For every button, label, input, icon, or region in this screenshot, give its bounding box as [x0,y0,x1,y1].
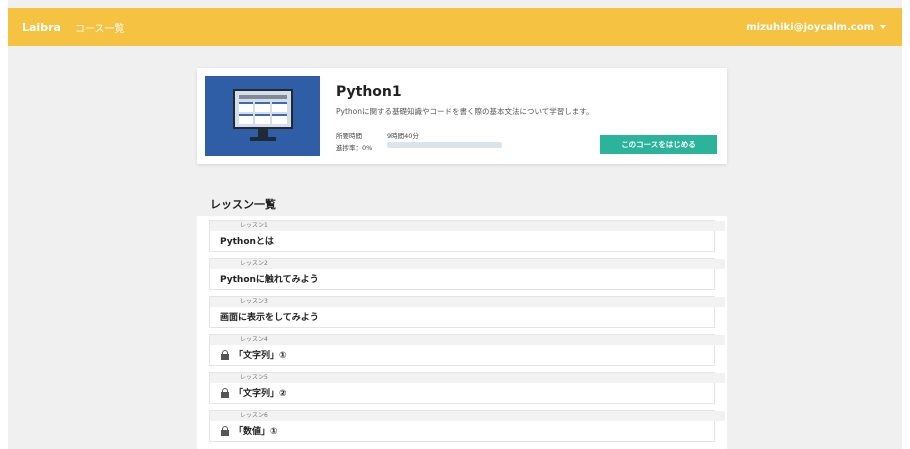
lesson-number: レッスン6 [210,411,725,421]
lesson-number: レッスン5 [210,373,725,383]
lesson-title: 「文字列」② [234,389,287,399]
lock-icon [220,425,230,436]
lesson-title-row: 「文字列」② [220,386,287,399]
lesson-title: Pythonとは [220,237,274,247]
lesson-title-row: 「文字列」① [220,348,287,361]
course-meta-labels: 所要時間 進捗率：0% [336,130,372,154]
lesson-item[interactable]: レッスン6 「数値」① [209,410,725,442]
course-thumbnail [205,76,320,156]
left-edge [0,0,8,449]
course-card: Python1 Pythonに関する基礎知識やコードを書く際の基本文法について学… [197,68,727,164]
user-email: mizuhiki@joycalm.com [746,21,874,33]
lesson-title: 「文字列」① [234,351,287,361]
lesson-title-row: Pythonに触れてみよう [220,272,319,285]
required-time-value: 9時間40分 [387,132,419,140]
lesson-item[interactable]: レッスン2 Pythonに触れてみよう [209,258,725,290]
start-course-button[interactable]: このコースをはじめる [600,135,717,154]
progress-bar [387,142,502,148]
course-description: Pythonに関する基礎知識やコードを書く際の基本文法について学習します。 [336,107,594,116]
lesson-title: 「数値」① [234,427,278,437]
course-title: Python1 [336,84,402,100]
lesson-number: レッスン1 [210,221,725,231]
lock-icon [220,387,230,398]
user-menu[interactable]: mizuhiki@joycalm.com [746,22,886,33]
lesson-number: レッスン2 [210,259,725,269]
lesson-list: レッスン1 Pythonとは レッスン2 Pythonに触れてみよう レッスン3… [197,216,727,449]
lock-icon [220,349,230,360]
lesson-number: レッスン4 [210,335,725,345]
lesson-title-row: 「数値」① [220,424,278,437]
lesson-title-row: Pythonとは [220,234,274,247]
lesson-title: 画面に表示をしてみよう [220,313,319,323]
nav-left: Laibra コース一覧 [22,20,124,35]
top-navbar: Laibra コース一覧 mizuhiki@joycalm.com [8,8,902,46]
lesson-title: Pythonに触れてみよう [220,275,319,285]
lesson-item[interactable]: レッスン1 Pythonとは [209,220,725,252]
lesson-item[interactable]: レッスン4 「文字列」① [209,334,725,366]
right-edge [902,0,910,449]
progress-label: 進捗率：0% [336,144,373,152]
lesson-title-row: 画面に表示をしてみよう [220,310,319,323]
course-list-link[interactable]: コース一覧 [75,20,125,35]
lesson-item[interactable]: レッスン5 「文字列」② [209,372,725,404]
brand-logo[interactable]: Laibra [22,21,61,34]
monitor-icon [232,89,293,143]
required-time-label: 所要時間 [336,132,362,140]
lessons-section-title: レッスン一覧 [210,198,276,211]
lesson-item[interactable]: レッスン3 画面に表示をしてみよう [209,296,725,328]
caret-down-icon [880,25,886,29]
app-window: Laibra コース一覧 mizuhiki@joycalm.com Python… [0,0,910,449]
lesson-number: レッスン3 [210,297,725,307]
